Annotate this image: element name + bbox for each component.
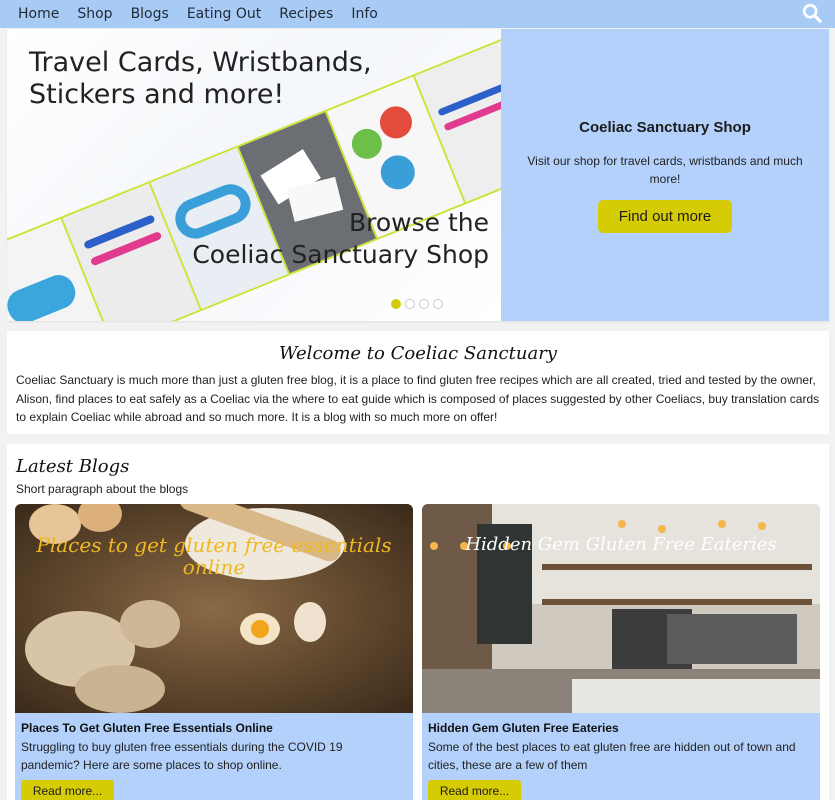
blog-card-text: Some of the best places to eat gluten fr… [428, 740, 796, 772]
blog-card[interactable]: Places to get gluten free essentials onl… [15, 504, 413, 800]
carousel-dot-3[interactable] [419, 299, 429, 309]
blog-card-title[interactable]: Hidden Gem Gluten Free Eateries [428, 721, 619, 735]
nav-item-shop[interactable]: Shop [77, 6, 112, 22]
search-icon[interactable] [801, 2, 823, 24]
carousel-dots [391, 299, 443, 309]
nav-item-blogs[interactable]: Blogs [131, 6, 169, 22]
banner-browse-text: Browse the Coeliac Sanctuary Shop [192, 208, 489, 269]
blog-card-text: Struggling to buy gluten free essentials… [21, 740, 343, 772]
find-out-more-button[interactable]: Find out more [598, 200, 732, 233]
blog-card-image-text: Places to get gluten free essentials onl… [36, 533, 392, 579]
hero-side-text: Visit our shop for travel cards, wristba… [527, 154, 803, 186]
carousel-dot-1[interactable] [391, 299, 401, 309]
banner-title: Travel Cards, Wristbands, Stickers and m… [29, 47, 372, 110]
nav-item-info[interactable]: Info [351, 6, 378, 22]
top-nav: Home Shop Blogs Eating Out Recipes Info [0, 0, 835, 28]
latest-blogs-section: Latest Blogs Short paragraph about the b… [7, 444, 829, 800]
hero-side-title: Coeliac Sanctuary Shop [579, 119, 751, 136]
blog-card[interactable]: Hidden Gem Gluten Free Eateries Hidden G… [422, 504, 820, 800]
hero-side-panel: Coeliac Sanctuary Shop Visit our shop fo… [501, 29, 829, 321]
blog-card-image[interactable]: Hidden Gem Gluten Free Eateries [422, 504, 820, 713]
read-more-button[interactable]: Read more... [428, 780, 521, 800]
carousel-dot-4[interactable] [433, 299, 443, 309]
blogs-title: Latest Blogs [16, 456, 130, 477]
welcome-title: Welcome to Coeliac Sanctuary [279, 343, 557, 364]
blog-card-image[interactable]: Places to get gluten free essentials onl… [15, 504, 413, 713]
blogs-subtitle: Short paragraph about the blogs [16, 482, 189, 496]
carousel-dot-2[interactable] [405, 299, 415, 309]
blog-card-title[interactable]: Places To Get Gluten Free Essentials Onl… [21, 721, 273, 735]
blog-card-image-text: Hidden Gem Gluten Free Eateries [465, 534, 777, 555]
hero-carousel: Travel Cards, Wristbands, Stickers and m… [7, 29, 829, 321]
welcome-section: Welcome to Coeliac Sanctuary Coeliac San… [7, 331, 829, 434]
nav-item-eating-out[interactable]: Eating Out [187, 6, 261, 22]
nav-item-home[interactable]: Home [18, 6, 59, 22]
shop-banner-image[interactable]: Travel Cards, Wristbands, Stickers and m… [7, 29, 501, 321]
read-more-button[interactable]: Read more... [21, 780, 114, 800]
welcome-text: Coeliac Sanctuary is much more than just… [16, 373, 820, 424]
nav-item-recipes[interactable]: Recipes [279, 6, 333, 22]
